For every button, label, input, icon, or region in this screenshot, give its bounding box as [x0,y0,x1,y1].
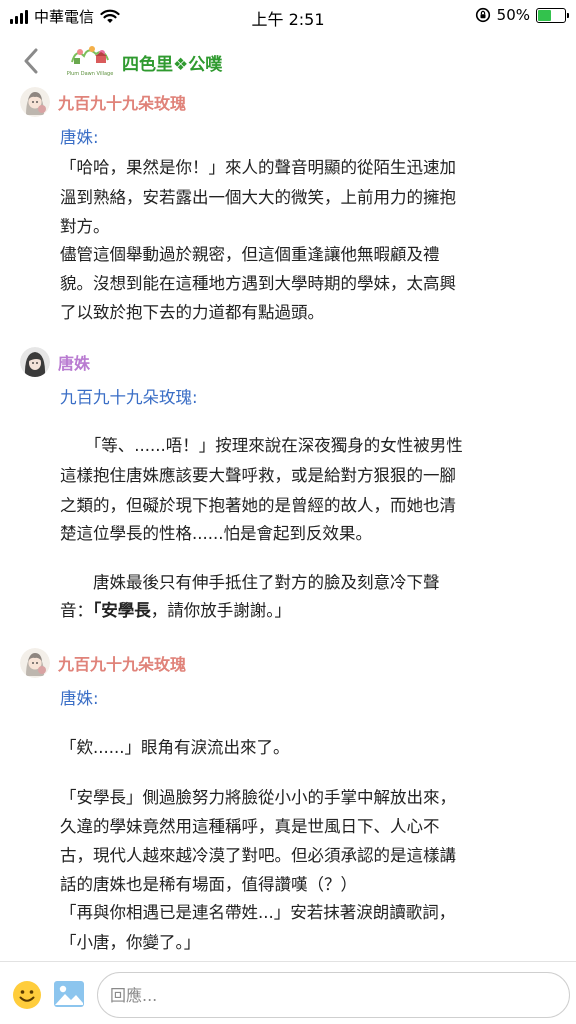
post-text-line: 這樣抱住唐姝應該要大聲呼救，或是給對方狠狠的一腳 [60,466,456,485]
board-title[interactable]: 四色里❖公噗 [122,50,222,75]
back-button[interactable] [14,44,48,78]
board-logo-text: Plum Dawn Village [67,71,114,77]
post-text-line: 「等、......唔！」按理來說在深夜獨身的女性被男性 [60,436,463,455]
reply-composer [0,961,576,1024]
post-text-line: 唐姝最後只有伸手抵住了對方的臉及刻意冷下聲 [60,573,440,592]
battery-icon [536,7,569,23]
post-text-line: 「哈哈，果然是你！」來人的聲音明顯的從陌生迅速加 [60,158,456,177]
avatar[interactable] [20,87,50,117]
avatar[interactable] [20,347,50,377]
post-text-bold: 「安學長 [93,601,151,620]
post-text-segment: ，請你放手謝謝。」 [150,601,291,620]
post-text-line: 古，現代人越來越冷漠了對吧。但必須承認的是這樣講 [60,846,456,865]
thread[interactable]: 九百九十九朵玫瑰 唐姝: 「哈哈，果然是你！」來人的聲音明顯的從陌生迅速加 溫到… [0,84,576,960]
post-author[interactable]: 唐姝 [58,350,90,374]
post-text-line: 溫到熟絡，安若露出一個大大的微笑，上前用力的擁抱 [60,188,456,207]
quote-reference[interactable]: 九百九十九朵玫瑰: [60,384,560,412]
post-text-line: 貌。沒想到能在這種地方遇到大學時期的學妹，太高興 [60,274,456,293]
battery-percent: 50% [496,6,530,24]
post-text-line: 對方。 [60,217,110,236]
post-header: 唐姝 [20,347,90,377]
status-bar: 中華電信 上午 2:51 50% [0,0,576,32]
post-text-line: 「再與你相遇已是連名帶姓...」安若抹著淚朗讀歌詞， [60,903,456,922]
quote-reference[interactable]: 唐姝: [60,124,560,152]
avatar[interactable] [20,648,50,678]
post-text-line: 「欸......」眼角有淚流出來了。 [60,738,290,757]
quote-reference[interactable]: 唐姝: [60,685,560,713]
post-text-line: 儘管這個舉動過於親密，但這個重逢讓他無暇顧及禮 [60,245,440,264]
post-text-segment: 音： [60,601,93,620]
smiley-icon[interactable] [12,980,42,1010]
post-header: 九百九十九朵玫瑰 [20,87,186,117]
post-header: 九百九十九朵玫瑰 [20,648,186,678]
post-text-line: 之類的，但礙於現下抱著她的是曾經的故人，而她也清 [60,496,456,515]
reply-input[interactable] [97,972,570,1018]
post-text-line: 話的唐姝也是稀有場面，值得讚嘆（？） [60,875,357,894]
post-text-line: 了以致於抱下去的力道都有點過頭。 [60,303,324,322]
post-author[interactable]: 九百九十九朵玫瑰 [58,651,186,675]
battery-level [538,9,551,21]
board-logo[interactable]: Plum Dawn Village [66,42,114,80]
image-icon[interactable] [53,979,85,1009]
chevron-left-icon [24,48,38,74]
post-text-line: 「小唐，你變了。」 [60,933,201,952]
post-text-line: 音：「安學長，請你放手謝謝。」 [60,597,560,625]
post-author[interactable]: 九百九十九朵玫瑰 [58,90,186,114]
post-text-line: 久違的學妹竟然用這種稱呼，真是世風日下、人心不 [60,817,440,836]
thread-header: Plum Dawn Village 四色里❖公噗 [0,38,576,84]
status-right: 50% [475,6,569,24]
post-text-line: 楚這位學長的性格......怕是會起到反效果。 [60,524,372,543]
orientation-lock-icon [475,7,490,23]
post-text-line: 「安學長」側過臉努力將臉從小小的手掌中解放出來， [60,788,456,807]
